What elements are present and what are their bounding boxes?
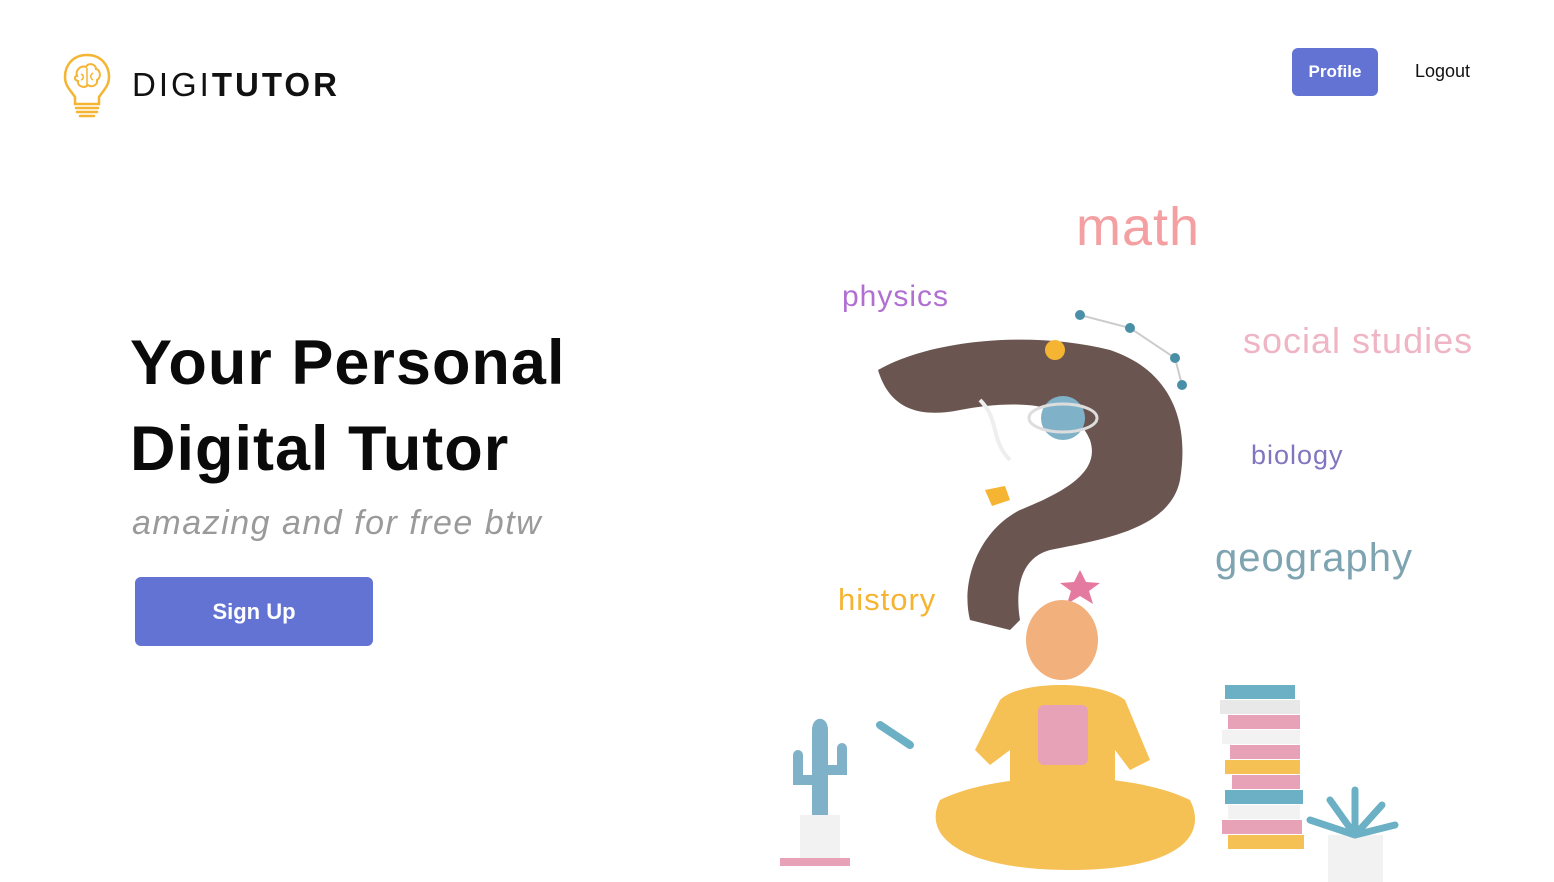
book — [1220, 700, 1300, 714]
hero-title-line1: Your Personal — [130, 328, 566, 398]
dna-icon — [978, 398, 1012, 462]
subject-math: math — [1076, 197, 1201, 257]
cactus-arm — [793, 750, 817, 785]
hero-title: Your Personal Digital Tutor — [130, 320, 750, 492]
book — [1228, 835, 1304, 849]
puzzle-icon — [985, 486, 1010, 506]
top-nav: Profile Logout — [1254, 48, 1554, 96]
brand-light: DIGI — [132, 66, 212, 103]
logo[interactable]: DIGITUTOR — [62, 52, 340, 118]
hero: Your Personal Digital Tutor amazing and … — [130, 320, 750, 646]
plant-icon — [1306, 786, 1399, 839]
pencil-icon — [876, 721, 914, 749]
molecule-node — [1075, 310, 1085, 320]
brand-bold: TUTOR — [211, 66, 340, 103]
person-with-tablet-illustration — [780, 310, 1399, 882]
legs — [935, 777, 1195, 870]
face — [1026, 600, 1098, 680]
book — [1222, 820, 1302, 834]
lightbulb-brain-icon — [63, 53, 111, 118]
book — [1225, 790, 1303, 804]
plant-pot — [1328, 835, 1383, 882]
cactus-arm — [823, 743, 847, 775]
header: DIGITUTOR Profile Logout — [0, 0, 1554, 150]
tablet-icon — [1038, 705, 1088, 765]
book — [1225, 760, 1300, 774]
hero-title-line2: Digital Tutor — [130, 414, 510, 484]
book — [1228, 715, 1300, 729]
brand-name: DIGITUTOR — [132, 66, 340, 104]
molecule-node — [1170, 353, 1180, 363]
book — [1228, 805, 1300, 819]
hair-shape — [878, 339, 1183, 630]
book — [1230, 745, 1300, 759]
book — [1225, 685, 1295, 699]
molecule-node — [1125, 323, 1135, 333]
profile-button[interactable]: Profile — [1292, 48, 1378, 96]
books-stack-icon — [1220, 685, 1304, 849]
star-icon — [1060, 570, 1100, 604]
logout-link[interactable]: Logout — [1415, 61, 1470, 82]
signup-button[interactable]: Sign Up — [135, 577, 373, 646]
book — [1222, 730, 1300, 744]
molecule-node — [1177, 380, 1187, 390]
apple-icon — [1045, 340, 1065, 360]
cactus-pot — [800, 815, 840, 860]
book — [1232, 775, 1300, 789]
hero-subtitle: amazing and for free btw — [132, 504, 543, 542]
cactus-base — [780, 858, 850, 866]
